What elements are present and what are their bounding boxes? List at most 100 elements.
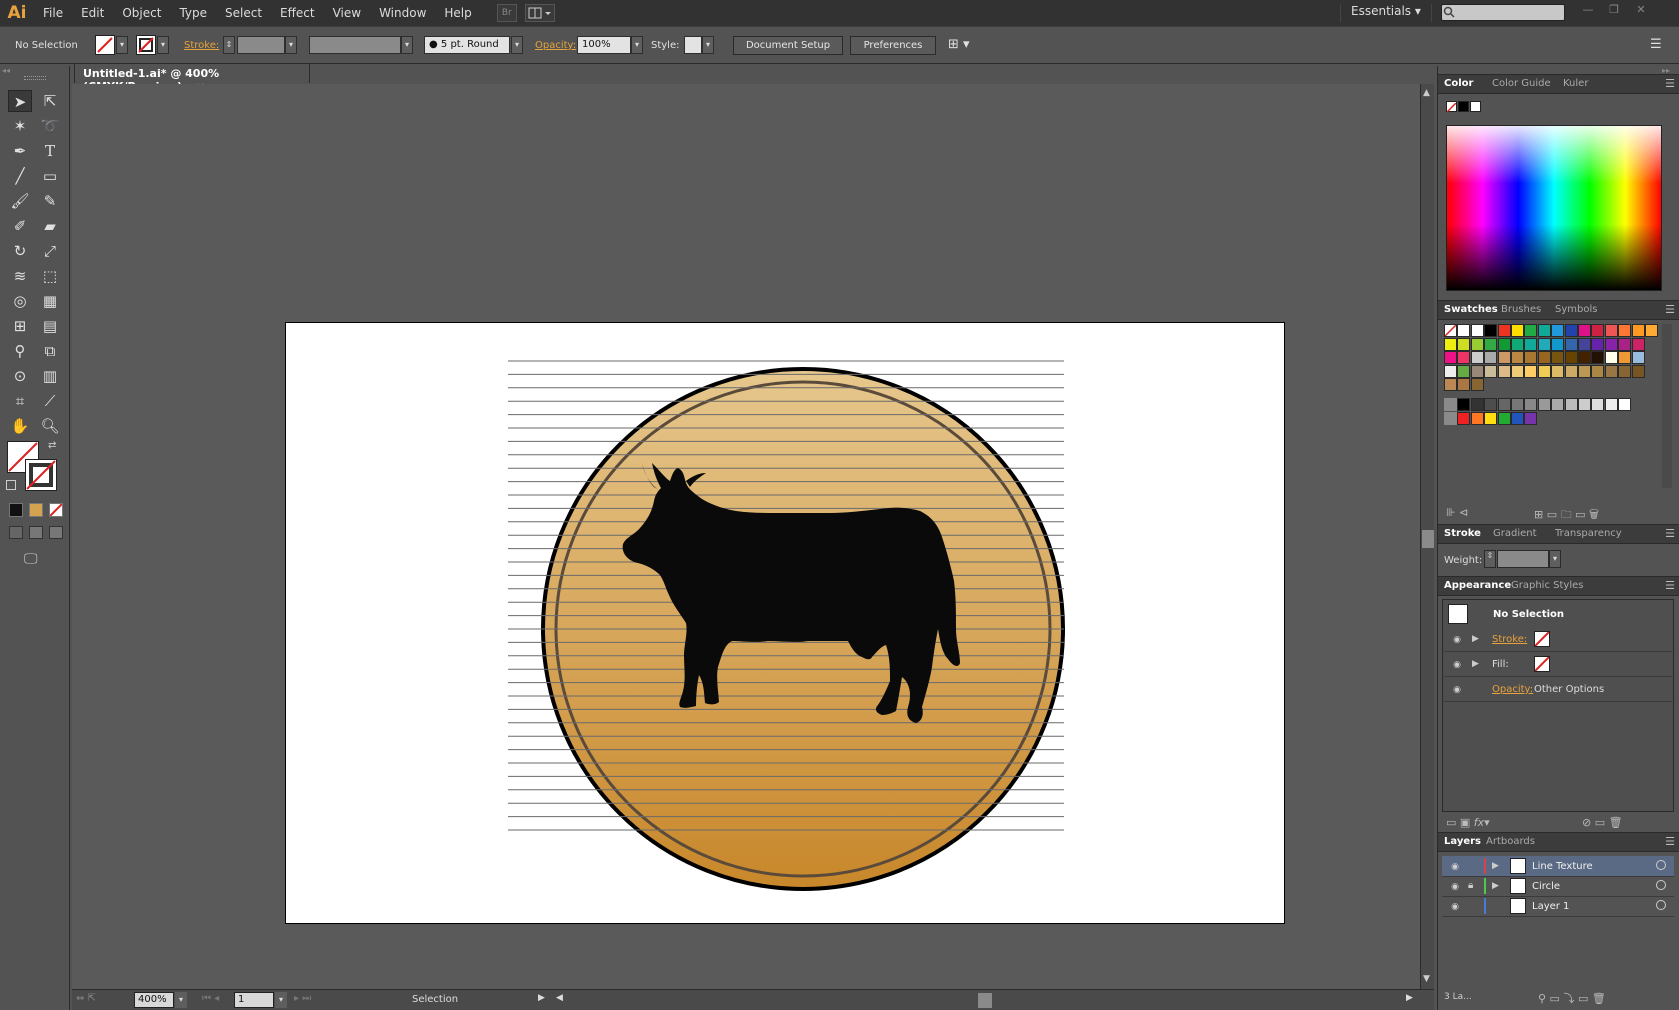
swatch[interactable]: [1511, 411, 1524, 425]
swatch[interactable]: [1564, 337, 1578, 351]
swatches-scrollbar[interactable]: [1662, 324, 1672, 488]
swatch[interactable]: [1511, 324, 1524, 337]
swatch[interactable]: [1604, 324, 1618, 337]
swatch[interactable]: [1551, 364, 1565, 378]
tab-swatches[interactable]: Swatches: [1444, 304, 1498, 315]
swatch[interactable]: [1551, 398, 1565, 411]
swatch[interactable]: [1604, 364, 1618, 378]
swatch[interactable]: [1524, 324, 1538, 337]
menu-edit[interactable]: Edit: [72, 6, 113, 20]
visibility-eye-icon[interactable]: ◉: [1448, 862, 1462, 872]
swatch[interactable]: [1591, 364, 1605, 378]
draw-normal-icon[interactable]: [9, 526, 23, 539]
tab-stroke[interactable]: Stroke: [1444, 528, 1481, 539]
expand-arrow-icon[interactable]: ▶: [1492, 861, 1499, 871]
swatch[interactable]: [1537, 398, 1551, 411]
slice-tool-icon[interactable]: ⟋: [38, 390, 62, 412]
visibility-eye-icon[interactable]: ◉: [1448, 902, 1462, 912]
eyedropper-tool-icon[interactable]: ⚲: [8, 340, 32, 362]
workspace-switcher[interactable]: Essentials ▾: [1340, 4, 1432, 22]
stroke-swatch[interactable]: [136, 35, 156, 55]
swatch-actions-icon[interactable]: ⊞ ▭ 🗀 ▭ 🗑: [1534, 506, 1599, 525]
color-black-swatch[interactable]: [1458, 101, 1469, 112]
layer-target-icon[interactable]: [1656, 900, 1666, 910]
layer-name[interactable]: Line Texture: [1532, 861, 1593, 872]
swatch[interactable]: [1457, 351, 1471, 365]
swatch[interactable]: [1457, 364, 1471, 378]
swatch-group-folder-icon[interactable]: [1444, 398, 1457, 411]
variable-width-profile[interactable]: [309, 36, 401, 54]
stroke-none-swatch[interactable]: [1534, 631, 1550, 647]
swatch[interactable]: [1591, 398, 1605, 411]
color-spectrum[interactable]: [1446, 125, 1662, 291]
gradient-tool-icon[interactable]: ▤: [38, 315, 62, 337]
swatch[interactable]: [1484, 324, 1498, 337]
scale-tool-icon[interactable]: ⤢: [38, 240, 62, 262]
swatch[interactable]: [1551, 324, 1565, 337]
swatch-group-folder-icon[interactable]: [1444, 411, 1457, 425]
swatch[interactable]: [1457, 378, 1471, 392]
zoom-dropdown[interactable]: ▾: [175, 992, 187, 1008]
appearance-actions-icon[interactable]: ▭ ▣ fx▾: [1446, 816, 1490, 829]
blend-tool-icon[interactable]: ⧉: [38, 340, 62, 362]
artboard-tool-icon[interactable]: ⌗: [8, 390, 32, 412]
stroke-panel-menu-icon[interactable]: ☰: [1665, 527, 1675, 540]
swatch[interactable]: [1564, 398, 1578, 411]
shape-builder-tool-icon[interactable]: ◎: [8, 290, 32, 312]
swatch[interactable]: [1470, 324, 1484, 337]
appearance-opacity-label[interactable]: Opacity:: [1492, 684, 1533, 695]
appearance-panel-menu-icon[interactable]: ☰: [1665, 579, 1675, 592]
menu-type[interactable]: Type: [170, 6, 216, 20]
visibility-eye-icon[interactable]: ◉: [1448, 882, 1462, 892]
swatch[interactable]: [1444, 378, 1457, 392]
arrange-documents-icon[interactable]: [524, 4, 555, 22]
fill-none-swatch[interactable]: [1534, 656, 1550, 672]
swatch[interactable]: [1564, 351, 1578, 365]
perspective-grid-tool-icon[interactable]: ▦: [38, 290, 62, 312]
rectangle-tool-icon[interactable]: ▭: [38, 165, 62, 187]
swatch[interactable]: [1618, 324, 1632, 337]
color-mode-icon[interactable]: [9, 503, 23, 517]
swatch[interactable]: [1645, 324, 1658, 337]
status-menu-icon[interactable]: ▶: [538, 993, 545, 1003]
swatch[interactable]: [1497, 337, 1511, 351]
swatch[interactable]: [1497, 324, 1511, 337]
draw-inside-icon[interactable]: [49, 526, 63, 539]
style-dropdown[interactable]: ▾: [702, 36, 714, 54]
lock-icon[interactable]: 🔒︎: [1468, 880, 1473, 891]
hand-tool-icon[interactable]: ✋: [8, 415, 32, 437]
default-fill-stroke-icon[interactable]: [6, 480, 16, 490]
tab-color-guide[interactable]: Color Guide: [1492, 78, 1551, 89]
menu-file[interactable]: File: [34, 6, 72, 20]
scroll-down-icon[interactable]: ▼: [1423, 974, 1430, 984]
visibility-eye-icon[interactable]: ◉: [1450, 685, 1464, 695]
swatch[interactable]: [1444, 364, 1457, 378]
mesh-tool-icon[interactable]: ⊞: [8, 315, 32, 337]
color-white-swatch[interactable]: [1470, 101, 1481, 112]
panel-menu-icon[interactable]: ☰: [1650, 37, 1662, 52]
profile-dropdown[interactable]: ▾: [401, 36, 413, 54]
swatch[interactable]: [1578, 351, 1591, 365]
artboard-number-field[interactable]: 1: [234, 992, 274, 1008]
gradient-mode-icon[interactable]: [29, 503, 43, 517]
rotate-tool-icon[interactable]: ↻: [8, 240, 32, 262]
tab-brushes[interactable]: Brushes: [1501, 304, 1541, 315]
document-tab[interactable]: Untitled-1.ai* @ 400% (CMYK/Preview) ×: [74, 63, 310, 93]
swatch[interactable]: [1604, 337, 1618, 351]
swatch-libraries-icon[interactable]: ⊪ ⊲: [1446, 506, 1468, 519]
stroke-label[interactable]: Stroke:: [184, 40, 219, 51]
scroll-right-icon[interactable]: ▶: [1406, 993, 1413, 1003]
swatch[interactable]: [1618, 351, 1632, 365]
zoom-field[interactable]: 400%: [134, 992, 174, 1008]
menu-view[interactable]: View: [324, 6, 370, 20]
opacity-dropdown[interactable]: ▾: [631, 36, 643, 54]
tab-symbols[interactable]: Symbols: [1555, 304, 1597, 315]
layers-actions-icon[interactable]: ⚲ ▭ ⤵ ▭ 🗑: [1538, 990, 1606, 1006]
appearance-stroke-row[interactable]: ◉ ▶ Stroke:: [1442, 628, 1674, 652]
horizontal-scroll-thumb[interactable]: [978, 993, 992, 1008]
swatch[interactable]: [1564, 324, 1578, 337]
expand-arrow-icon[interactable]: ▶: [1492, 881, 1499, 891]
expand-arrow-icon[interactable]: ▶: [1472, 634, 1479, 644]
swatch[interactable]: [1591, 351, 1605, 365]
menu-help[interactable]: Help: [435, 6, 480, 20]
